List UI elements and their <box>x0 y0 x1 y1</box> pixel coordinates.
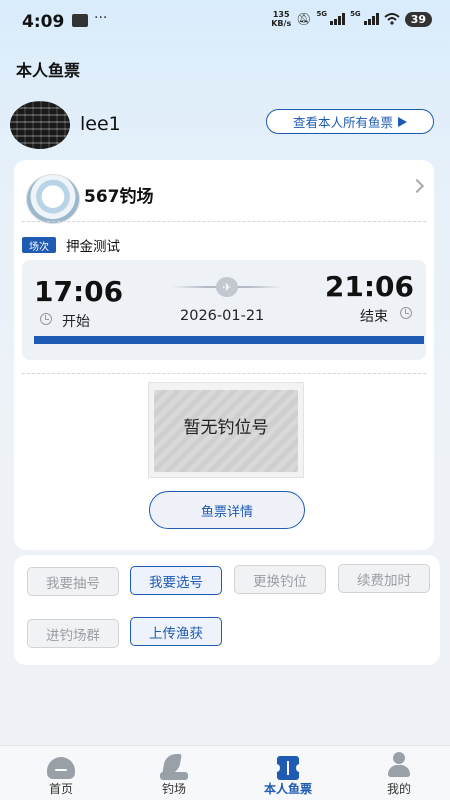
ticket-icon <box>273 756 303 780</box>
status-more: ··· <box>94 10 108 26</box>
end-label: 结束 <box>360 309 388 325</box>
nav-mine-label: 我的 <box>386 782 411 796</box>
start-label: 开始 <box>62 314 90 330</box>
net-speed: 135 KB/s <box>271 10 291 28</box>
status-indicators: 135 KB/s 🔕︎ 5G 5G 39 <box>271 10 432 28</box>
change-spot-button[interactable]: 更换钓位 <box>234 565 326 594</box>
select-number-button[interactable]: 我要选号 <box>130 566 222 595</box>
session-name: 押金测试 <box>66 239 120 255</box>
avatar[interactable] <box>10 101 70 149</box>
battery-level: 39 <box>404 11 432 27</box>
venue-logo <box>26 174 80 224</box>
signal-1-icon <box>330 13 346 25</box>
extend-time-button[interactable]: 续费加时 <box>338 564 430 593</box>
chevron-right-icon[interactable] <box>409 178 425 194</box>
page-title: 本人鱼票 <box>16 61 81 80</box>
wifi-icon <box>384 13 400 25</box>
ticket-date: 2026-01-21 <box>180 308 265 324</box>
mute-icon: 🔕︎ <box>296 12 312 26</box>
plane-icon: ✈ <box>216 277 238 297</box>
venue-icon <box>160 754 188 780</box>
user-icon <box>388 752 410 778</box>
join-group-button[interactable]: 进钓场群 <box>27 619 119 648</box>
status-bar: 4:09 ··· 135 KB/s 🔕︎ 5G 5G 39 <box>0 0 450 40</box>
view-all-label: 查看本人所有鱼票 <box>292 115 393 130</box>
time-box: 17:06 21:06 ✈ 开始 2026-01-21 结束 <box>22 260 426 360</box>
play-icon <box>398 116 407 127</box>
bottom-nav: 首页 钓场 本人鱼票 我的 <box>0 745 450 800</box>
start-time: 17:06 <box>34 275 124 308</box>
nav-venue-label: 钓场 <box>161 782 186 796</box>
nav-venue[interactable]: 钓场 <box>129 746 219 800</box>
clock-icon <box>400 307 412 319</box>
signal-2-icon <box>363 13 379 25</box>
status-time: 4:09 <box>22 12 65 32</box>
venue-name[interactable]: 567钓场 <box>84 182 154 207</box>
signal-1-label: 5G <box>316 10 328 18</box>
divider <box>22 221 426 222</box>
net-speed-value: 135 <box>272 10 290 19</box>
nav-home[interactable]: 首页 <box>16 746 106 800</box>
progress-fill <box>34 336 424 344</box>
home-icon <box>47 757 75 779</box>
clock-icon <box>40 313 52 325</box>
spot-text: 暂无钓位号 <box>183 418 269 438</box>
spot-placeholder: 暂无钓位号 <box>148 382 304 478</box>
view-all-tickets-button[interactable]: 查看本人所有鱼票 <box>266 109 434 134</box>
upload-catch-button[interactable]: 上传渔获 <box>130 617 222 646</box>
ticket-detail-button[interactable]: 鱼票详情 <box>149 491 305 529</box>
net-speed-unit: KB/s <box>271 19 292 28</box>
divider <box>22 373 426 374</box>
nav-mine[interactable]: 我的 <box>354 746 444 800</box>
action-card: 我要抽号 我要选号 更换钓位 续费加时 进钓场群 上传渔获 <box>14 555 440 665</box>
username: lee1 <box>80 113 121 135</box>
nav-my-ticket[interactable]: 本人鱼票 <box>243 746 333 800</box>
video-app-icon <box>72 14 88 27</box>
nav-my-ticket-label: 本人鱼票 <box>263 782 312 796</box>
end-time: 21:06 <box>324 270 414 303</box>
ticket-card: 567钓场 场次 押金测试 17:06 21:06 ✈ 开始 2026-01-2… <box>14 160 434 550</box>
time-progress-bar <box>34 336 424 344</box>
session-tag: 场次 <box>22 237 56 253</box>
draw-number-button[interactable]: 我要抽号 <box>27 567 119 596</box>
signal-2-label: 5G <box>350 10 361 18</box>
nav-home-label: 首页 <box>48 782 73 796</box>
